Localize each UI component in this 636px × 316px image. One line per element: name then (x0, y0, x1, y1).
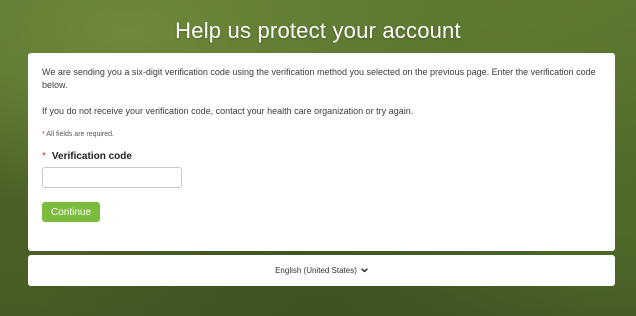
verification-code-label-text: Verification code (51, 151, 132, 162)
help-text: If you do not receive your verification … (42, 106, 414, 116)
required-note: * All fields are required. (42, 131, 601, 138)
language-selector[interactable]: English (United States) (275, 266, 368, 275)
continue-button[interactable]: Continue (42, 202, 101, 222)
required-asterisk: * (42, 131, 45, 138)
page: Help us protect your account We are send… (0, 0, 636, 316)
chevron-down-icon (361, 268, 368, 273)
required-note-text: All fields are required. (46, 131, 114, 138)
required-asterisk: * (42, 151, 46, 162)
verification-code-label: * Verification code (42, 151, 601, 162)
verification-code-input[interactable] (42, 167, 182, 188)
page-title: Help us protect your account (175, 18, 461, 43)
intro-text: We are sending you a six-digit verificat… (42, 67, 596, 90)
language-bar: English (United States) (28, 255, 615, 286)
verification-card: We are sending you a six-digit verificat… (28, 53, 615, 251)
language-label: English (United States) (275, 266, 357, 275)
